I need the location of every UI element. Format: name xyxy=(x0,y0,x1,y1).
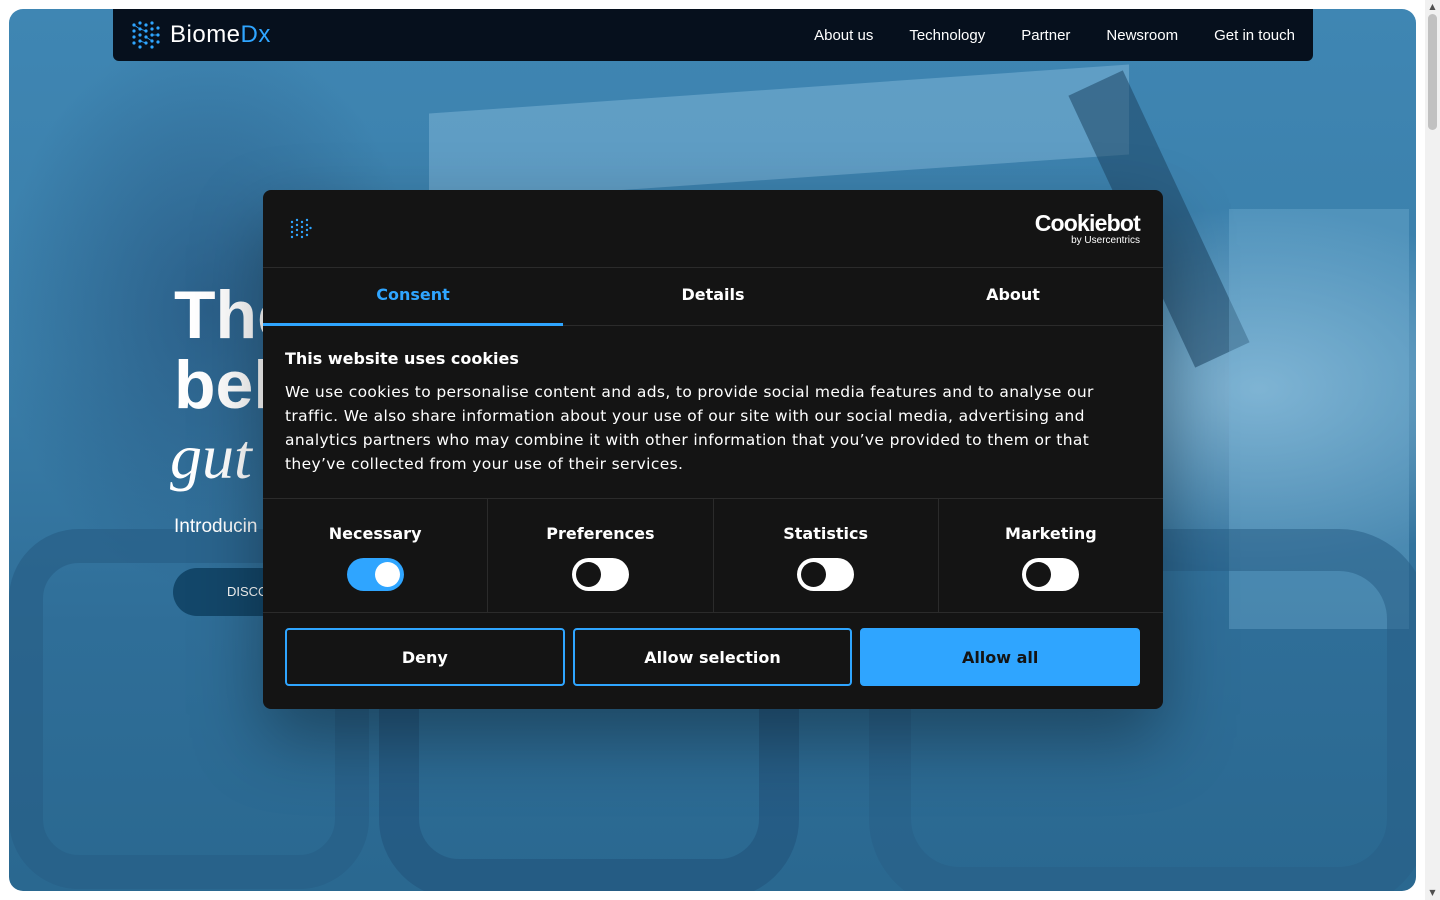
category-preferences: Preferences xyxy=(488,499,714,612)
dialog-description: We use cookies to personalise content an… xyxy=(285,383,1094,473)
biomedx-dot-logo-icon xyxy=(290,218,312,239)
category-necessary: Necessary xyxy=(263,499,489,612)
biomedx-logo[interactable]: BiomeDx xyxy=(131,19,271,51)
toggle-knob xyxy=(374,562,400,587)
cookiebot-wordmark: Cookiebot xyxy=(1034,210,1141,236)
cookiebot-byline: by Usercentrics xyxy=(1071,235,1140,246)
deny-button[interactable]: Deny xyxy=(285,628,565,686)
hero-subtitle: Introducin xyxy=(174,516,258,537)
category-label: Marketing xyxy=(1005,524,1097,543)
hero-italic-word: gut xyxy=(170,421,252,492)
dialog-body: This website uses cookies We use cookies… xyxy=(263,326,1163,499)
toggle-knob xyxy=(575,562,601,587)
dialog-actions: Deny Allow selection Allow all xyxy=(285,628,1141,686)
arrow-up-icon[interactable]: ▲ xyxy=(1425,0,1440,14)
top-navigation: BiomeDx About us Technology Partner News… xyxy=(113,9,1313,61)
logo-wordmark: BiomeDx xyxy=(170,21,271,49)
dialog-header: Cookiebot by Usercentrics xyxy=(263,190,1163,268)
allow-selection-button[interactable]: Allow selection xyxy=(572,628,853,686)
scrollbar-thumb[interactable] xyxy=(1428,14,1437,130)
background-shape xyxy=(429,64,1129,204)
logo-wordmark-primary: Biome xyxy=(170,21,241,48)
nav-link-partner[interactable]: Partner xyxy=(1021,27,1070,44)
category-marketing: Marketing xyxy=(939,499,1163,612)
tab-details[interactable]: Details xyxy=(563,268,863,325)
cookiebot-logo: Cookiebot by Usercentrics xyxy=(1034,210,1141,246)
cookie-consent-dialog: Cookiebot by Usercentrics Consent Detail… xyxy=(263,190,1163,709)
dialog-heading: This website uses cookies xyxy=(285,349,519,368)
preferences-toggle[interactable] xyxy=(571,558,629,591)
toggle-knob xyxy=(1026,562,1052,587)
marketing-toggle[interactable] xyxy=(1022,558,1080,591)
category-statistics: Statistics xyxy=(714,499,939,612)
category-label: Preferences xyxy=(546,524,655,543)
arrow-down-icon[interactable]: ▼ xyxy=(1425,886,1440,900)
cookie-category-toggles: Necessary Preferences Statistics Marketi… xyxy=(263,499,1163,613)
statistics-toggle[interactable] xyxy=(797,558,855,591)
nav-link-technology[interactable]: Technology xyxy=(909,27,985,44)
biomedx-dot-logo-icon xyxy=(132,21,160,49)
nav-link-about-us[interactable]: About us xyxy=(814,27,873,44)
allow-all-button[interactable]: Allow all xyxy=(860,628,1141,686)
nav-link-get-in-touch[interactable]: Get in touch xyxy=(1214,27,1295,44)
category-label: Statistics xyxy=(783,524,868,543)
page-scrollbar[interactable] xyxy=(1425,0,1440,900)
nav-link-newsroom[interactable]: Newsroom xyxy=(1106,27,1178,44)
necessary-toggle[interactable] xyxy=(346,558,404,591)
dialog-tabs: Consent Details About xyxy=(263,268,1163,326)
nav-links: About us Technology Partner Newsroom Get… xyxy=(814,9,1295,61)
tab-consent[interactable]: Consent xyxy=(263,268,563,326)
category-label: Necessary xyxy=(328,524,422,543)
tab-about[interactable]: About xyxy=(863,268,1163,325)
logo-wordmark-accent: Dx xyxy=(240,21,271,48)
toggle-knob xyxy=(801,562,827,587)
